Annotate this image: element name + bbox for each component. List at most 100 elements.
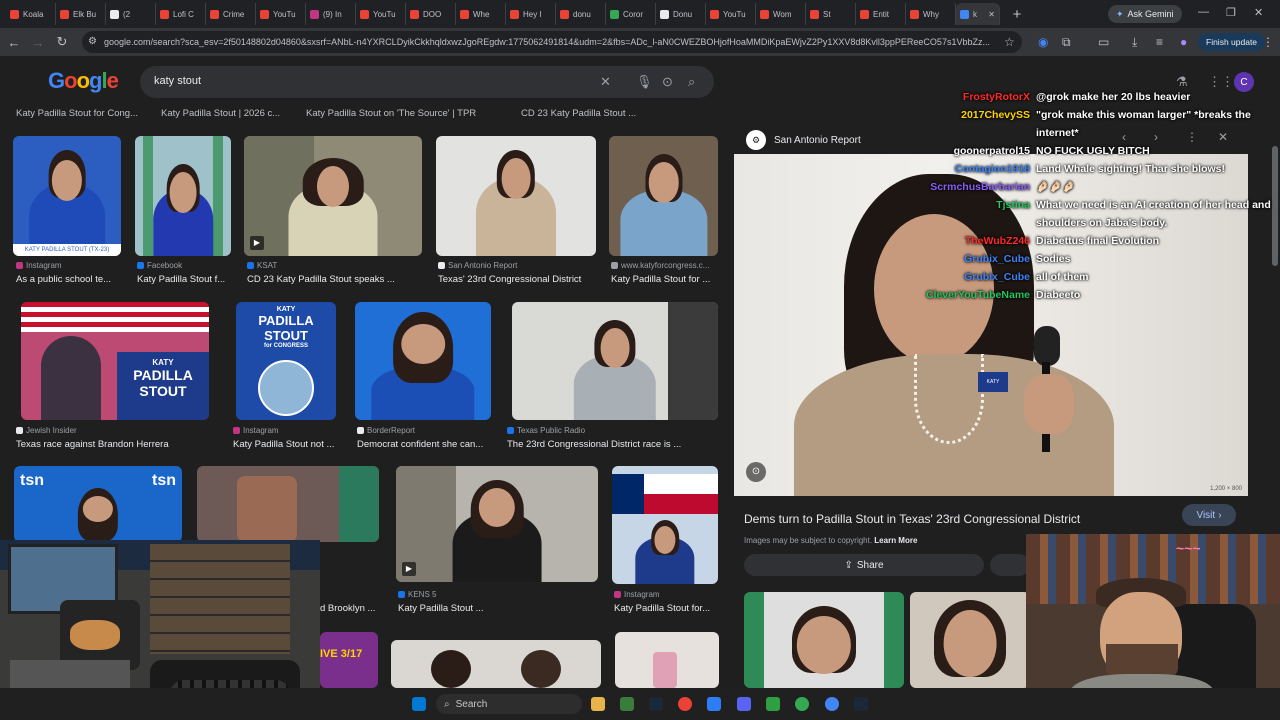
browser-tab[interactable]: Koala — [6, 3, 56, 25]
discord-icon[interactable] — [737, 697, 751, 711]
image-result-thumb[interactable] — [436, 136, 596, 256]
browser-tab[interactable]: Coror — [606, 3, 656, 25]
app-icon[interactable] — [766, 697, 780, 711]
browser-tab[interactable]: St — [806, 3, 856, 25]
download-icon[interactable]: ⤓ — [1132, 35, 1137, 50]
related-chip[interactable]: Katy Padilla Stout | 2026 c... — [161, 108, 280, 119]
image-result-thumb[interactable] — [355, 302, 491, 420]
result-caption[interactable]: Katy Padilla Stout for... — [614, 603, 718, 614]
reading-list-icon[interactable]: ≡ — [1156, 35, 1163, 49]
browser-tab[interactable]: k ✕ — [956, 3, 1000, 25]
related-image-thumb[interactable] — [910, 592, 1030, 688]
related-image-thumb[interactable] — [744, 592, 904, 688]
share-button[interactable]: ⇪ Share — [744, 554, 984, 576]
result-caption[interactable]: Democrat confident she can... — [357, 439, 491, 450]
search-box[interactable]: katy stout ✕ 🎙 ⊙ ⌕ — [140, 66, 714, 98]
forward-icon[interactable]: → — [26, 35, 50, 50]
browser-tab[interactable]: DOO — [406, 3, 456, 25]
file-explorer-icon[interactable] — [591, 697, 605, 711]
image-result-thumb[interactable]: tsn tsn — [14, 466, 182, 542]
image-result-thumb[interactable] — [135, 136, 231, 256]
restore-icon[interactable]: ❐ — [1226, 6, 1236, 19]
preview-title[interactable]: Dems turn to Padilla Stout in Texas' 23r… — [744, 512, 1080, 526]
browser-tab[interactable]: Lofi C — [156, 3, 206, 25]
browser-tab[interactable]: Elk Bu — [56, 3, 106, 25]
back-icon[interactable]: ← — [2, 35, 26, 50]
voice-search-icon[interactable]: 🎙 — [636, 74, 653, 90]
result-caption[interactable]: Katy Padilla Stout f... — [137, 274, 231, 285]
chrome-icon[interactable] — [678, 697, 692, 711]
search-input[interactable]: katy stout — [154, 75, 201, 87]
close-tab-icon[interactable]: ✕ — [988, 10, 995, 19]
image-result-thumb[interactable]: KATY PADILLA STOUT — [21, 302, 209, 420]
extensions-icon[interactable]: ⧉ — [1062, 35, 1071, 50]
browser-tab[interactable]: (9) In — [306, 3, 356, 25]
related-chip[interactable]: Katy Padilla Stout for Cong... — [16, 108, 138, 119]
browser-tab[interactable]: YouTu — [256, 3, 306, 25]
image-result-thumb[interactable] — [612, 466, 718, 584]
result-caption[interactable]: Texas race against Brandon Herrera — [16, 439, 206, 450]
result-caption[interactable]: Katy Padilla Stout for ... — [611, 274, 719, 285]
result-caption[interactable]: Texas' 23rd Congressional District — [438, 274, 596, 285]
ask-gemini-button[interactable]: ✦ Ask Gemini — [1108, 5, 1182, 23]
browser-tab[interactable]: Entit — [856, 3, 906, 25]
extension-icon[interactable]: ◉ — [1038, 35, 1048, 49]
result-caption[interactable]: d Brooklyn ... — [320, 603, 380, 614]
browser-tab[interactable]: (2 — [106, 3, 156, 25]
browser-tab[interactable]: Hey I — [506, 3, 556, 25]
result-caption[interactable]: Katy Padilla Stout ... — [398, 603, 598, 614]
reload-icon[interactable]: ↻ — [50, 34, 74, 50]
address-bar[interactable]: ⚙ google.com/search?sca_esv=2f50148802d0… — [82, 31, 1022, 53]
chrome-icon[interactable] — [825, 697, 839, 711]
browser-tab[interactable]: Whe — [456, 3, 506, 25]
clear-icon[interactable]: ✕ — [600, 74, 611, 90]
chrome-icon[interactable] — [795, 697, 809, 711]
image-result-thumb[interactable]: IVE 3/17 — [320, 632, 378, 688]
related-chip[interactable]: CD 23 Katy Padilla Stout ... — [521, 108, 636, 119]
result-caption[interactable]: Katy Padilla Stout not ... — [233, 439, 337, 450]
browser-tab[interactable]: Donu — [656, 3, 706, 25]
image-result-thumb[interactable]: KATY PADILLA STOUT (TX-23) — [13, 136, 121, 256]
menu-icon[interactable]: ⋮ — [1262, 35, 1274, 49]
related-chip[interactable]: Katy Padilla Stout on 'The Source' | TPR — [306, 108, 476, 119]
image-result-thumb[interactable] — [391, 640, 601, 688]
image-result-thumb[interactable] — [609, 136, 718, 256]
search-icon[interactable]: ⌕ — [688, 74, 695, 90]
image-result-thumb[interactable] — [197, 466, 379, 542]
tab-search-icon[interactable]: ▭ — [1098, 35, 1109, 49]
image-result-thumb[interactable]: ▶ — [396, 466, 598, 582]
app-icon[interactable] — [707, 697, 721, 711]
visit-button[interactable]: Visit › — [1182, 504, 1236, 526]
finish-update-button[interactable]: Finish update — [1198, 33, 1266, 51]
learn-more-link[interactable]: Learn More — [874, 536, 917, 545]
image-result-thumb[interactable] — [615, 632, 719, 688]
image-result-thumb[interactable]: KATY PADILLA STOUT for CONGRESS — [236, 302, 336, 420]
image-result-thumb[interactable] — [512, 302, 718, 420]
start-icon[interactable] — [412, 697, 426, 711]
steam-icon[interactable] — [854, 697, 868, 711]
browser-tab[interactable]: donu — [556, 3, 606, 25]
taskbar-search[interactable]: ⌕ Search — [436, 694, 582, 714]
minimize-icon[interactable]: — — [1198, 6, 1209, 18]
result-caption[interactable]: CD 23 Katy Padilla Stout speaks ... — [247, 274, 417, 285]
google-logo[interactable]: Google — [48, 68, 119, 94]
browser-tab[interactable]: Why — [906, 3, 956, 25]
lens-button[interactable]: ⊙ — [746, 462, 766, 482]
browser-tab[interactable]: Wom — [756, 3, 806, 25]
site-info-icon[interactable]: ⚙ — [88, 36, 97, 47]
preview-source[interactable]: ⚙ San Antonio Report — [746, 130, 861, 150]
result-caption[interactable]: As a public school te... — [16, 274, 126, 285]
browser-tab[interactable]: YouTu — [706, 3, 756, 25]
browser-tab[interactable]: Crime — [206, 3, 256, 25]
image-result-thumb[interactable]: ▶ — [244, 136, 422, 256]
close-window-icon[interactable]: ✕ — [1254, 6, 1263, 19]
result-caption[interactable]: The 23rd Congressional District race is … — [507, 439, 717, 450]
app-icon[interactable] — [620, 697, 634, 711]
bookmark-star-icon[interactable]: ☆ — [1004, 35, 1015, 49]
profile-icon[interactable]: ● — [1180, 35, 1187, 49]
save-button[interactable] — [990, 554, 1030, 576]
new-tab-button[interactable]: + — [1008, 6, 1026, 23]
browser-tab[interactable]: YouTu — [356, 3, 406, 25]
lens-icon[interactable]: ⊙ — [662, 74, 673, 90]
steam-icon[interactable] — [649, 697, 663, 711]
